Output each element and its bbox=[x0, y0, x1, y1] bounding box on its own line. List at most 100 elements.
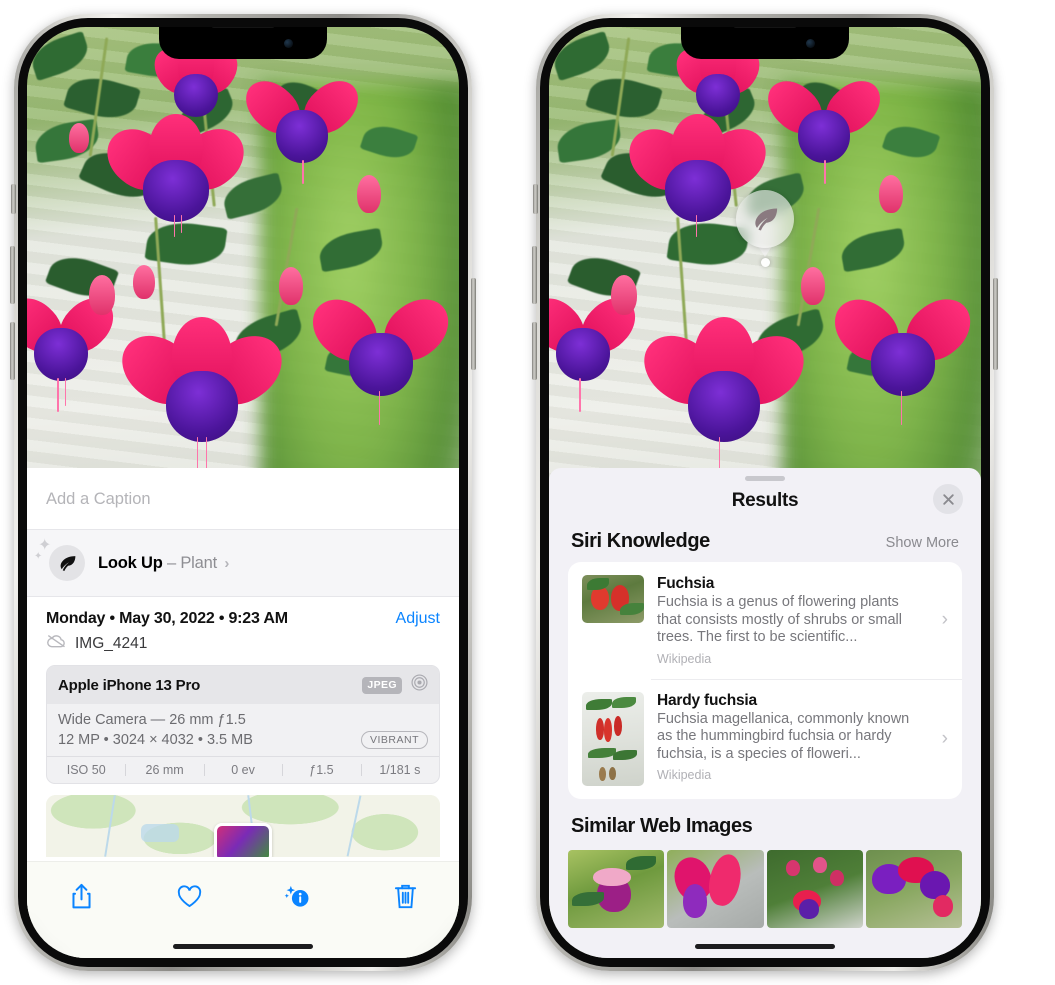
front-camera bbox=[806, 39, 815, 48]
leaf-icon: ✦ ✦ bbox=[34, 538, 85, 581]
chevron-right-icon: › bbox=[941, 609, 948, 631]
screenshot-stage: Add a Caption ✦ ✦ Look Up – Plant › Mond… bbox=[0, 0, 1055, 985]
knowledge-text: Hardy fuchsia Fuchsia magellanica, commo… bbox=[657, 692, 929, 783]
chevron-right-icon: › bbox=[941, 727, 948, 749]
notch-right bbox=[681, 27, 849, 59]
knowledge-item[interactable]: Fuchsia Fuchsia is a genus of flowering … bbox=[568, 562, 962, 679]
fuchsia-thumbnail bbox=[582, 575, 644, 623]
fuchsia-bud bbox=[357, 175, 381, 213]
screen-left: Add a Caption ✦ ✦ Look Up – Plant › Mond… bbox=[27, 27, 459, 958]
siri-knowledge-card: Fuchsia Fuchsia is a genus of flowering … bbox=[568, 562, 962, 799]
fuchsia-flower bbox=[95, 114, 257, 238]
results-header: Results bbox=[549, 481, 981, 527]
exif-body: Wide Camera — 26 mm ƒ1.5 12 MP • 3024 × … bbox=[47, 704, 439, 756]
look-up-label: Look Up – Plant › bbox=[98, 554, 229, 573]
fuchsia-bud bbox=[133, 265, 155, 299]
photo-info-sheet: Add a Caption ✦ ✦ Look Up – Plant › Mond… bbox=[27, 468, 459, 958]
fuchsia-bud bbox=[879, 175, 903, 213]
exif-stat: ƒ1.5 bbox=[282, 757, 360, 783]
knowledge-description: Fuchsia magellanica, commonly known as t… bbox=[657, 710, 910, 762]
screen-right: Results Siri Knowledge Show More Fuchsia… bbox=[549, 27, 981, 958]
show-more-button[interactable]: Show More bbox=[886, 535, 959, 551]
knowledge-text: Fuchsia Fuchsia is a genus of flowering … bbox=[657, 575, 929, 666]
look-up-row[interactable]: ✦ ✦ Look Up – Plant › bbox=[27, 530, 459, 596]
fuchsia-bud bbox=[279, 267, 303, 305]
exif-stat: 26 mm bbox=[125, 757, 203, 783]
knowledge-source: Wikipedia bbox=[657, 651, 712, 666]
info-button[interactable] bbox=[274, 876, 320, 916]
cloud-slash-icon bbox=[46, 633, 67, 654]
look-up-title: Look Up bbox=[98, 553, 163, 572]
volume-up-button-right[interactable] bbox=[532, 246, 537, 304]
fuchsia-bud bbox=[801, 267, 825, 305]
adjust-button[interactable]: Adjust bbox=[396, 610, 440, 628]
earpiece-speaker bbox=[733, 27, 797, 28]
sparkle-icon: ✦ bbox=[34, 551, 43, 562]
fuchsia-flower bbox=[301, 286, 459, 426]
lens-info: Wide Camera — 26 mm ƒ1.5 bbox=[58, 712, 246, 728]
power-button-left[interactable] bbox=[471, 278, 476, 370]
similar-image-3[interactable] bbox=[766, 849, 863, 928]
exif-header: Apple iPhone 13 Pro JPEG bbox=[47, 666, 439, 704]
photo-metadata: Monday • May 30, 2022 • 9:23 AM Adjust I… bbox=[27, 597, 459, 665]
close-button[interactable] bbox=[933, 484, 963, 514]
photo-date: Monday • May 30, 2022 • 9:23 AM bbox=[46, 610, 288, 627]
exif-stat: ISO 50 bbox=[66, 763, 106, 777]
fuchsia-flower bbox=[758, 70, 890, 184]
exif-card: Apple iPhone 13 Pro JPEG Wide Camera — 2… bbox=[46, 665, 440, 784]
badge-anchor-dot bbox=[760, 258, 770, 267]
fuchsia-bud bbox=[89, 275, 115, 315]
silent-switch-right[interactable] bbox=[533, 184, 538, 214]
silent-switch-left[interactable] bbox=[11, 184, 16, 214]
home-indicator-right[interactable] bbox=[695, 944, 835, 949]
volume-up-button-left[interactable] bbox=[10, 246, 15, 304]
delete-button[interactable] bbox=[382, 876, 428, 916]
results-panel: Results Siri Knowledge Show More Fuchsia… bbox=[549, 468, 981, 958]
share-button[interactable] bbox=[58, 876, 104, 916]
iphone-left: Add a Caption ✦ ✦ Look Up – Plant › Mond… bbox=[10, 14, 476, 971]
fuchsia-bud bbox=[69, 123, 89, 153]
power-button-right[interactable] bbox=[993, 278, 998, 370]
similar-web-images-row bbox=[549, 849, 981, 928]
notch-left bbox=[159, 27, 327, 59]
knowledge-description: Fuchsia is a genus of flowering plants t… bbox=[657, 594, 902, 645]
knowledge-title: Hardy fuchsia bbox=[657, 691, 757, 709]
volume-down-button-right[interactable] bbox=[532, 322, 537, 380]
leaf-icon[interactable] bbox=[736, 190, 794, 248]
similar-image-2[interactable] bbox=[667, 849, 764, 928]
caption-input[interactable]: Add a Caption bbox=[27, 468, 459, 530]
front-camera bbox=[284, 39, 293, 48]
image-specs: 12 MP • 3024 × 4032 • 3.5 MB bbox=[58, 732, 253, 748]
photographic-style-badge: VIBRANT bbox=[360, 731, 428, 749]
fuchsia-flower bbox=[823, 286, 981, 426]
aperture-icon bbox=[410, 673, 429, 697]
knowledge-source: Wikipedia bbox=[657, 768, 712, 782]
favorite-button[interactable] bbox=[166, 876, 212, 916]
fuchsia-flower bbox=[631, 316, 817, 476]
look-up-subject: Plant bbox=[180, 553, 217, 572]
hardy-fuchsia-thumbnail bbox=[582, 691, 644, 786]
knowledge-title: Fuchsia bbox=[657, 575, 715, 592]
volume-down-button-left[interactable] bbox=[10, 322, 15, 380]
exif-stats-row: ISO 50 26 mm 0 ev ƒ1.5 1/181 s bbox=[47, 756, 439, 783]
section-title: Siri Knowledge bbox=[571, 530, 710, 552]
similar-image-4[interactable] bbox=[865, 849, 962, 928]
camera-model: Apple iPhone 13 Pro bbox=[58, 676, 201, 694]
photo-filename: IMG_4241 bbox=[75, 634, 148, 652]
knowledge-item[interactable]: Hardy fuchsia Fuchsia magellanica, commo… bbox=[568, 678, 962, 799]
format-badge: JPEG bbox=[362, 676, 402, 694]
fuchsia-bud bbox=[611, 275, 637, 315]
exif-stat: 1/181 s bbox=[360, 757, 439, 783]
section-title: Similar Web Images bbox=[571, 814, 753, 837]
visual-look-up-badge[interactable] bbox=[736, 190, 794, 267]
home-indicator-left[interactable] bbox=[173, 944, 313, 949]
location-map-preview[interactable] bbox=[46, 795, 440, 857]
similar-image-1[interactable] bbox=[568, 849, 665, 928]
earpiece-speaker bbox=[211, 27, 275, 28]
look-up-separator: – bbox=[166, 553, 176, 572]
photo-pin[interactable] bbox=[214, 823, 272, 857]
fuchsia-flower bbox=[109, 316, 295, 476]
fuchsia-flower bbox=[236, 70, 368, 184]
siri-knowledge-header: Siri Knowledge Show More bbox=[549, 527, 981, 562]
panel-title: Results bbox=[731, 490, 799, 511]
